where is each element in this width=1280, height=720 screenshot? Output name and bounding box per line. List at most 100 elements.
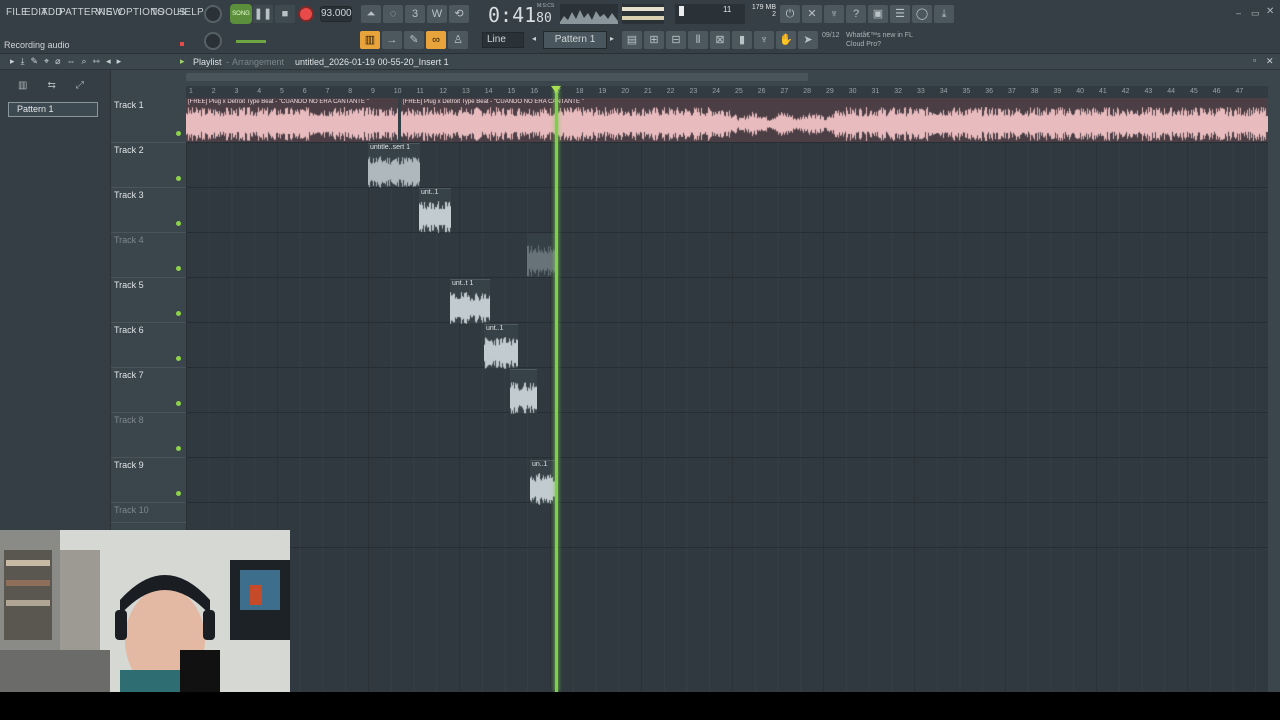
ruler-bar-number: 36 [985,88,994,95]
audio-clip[interactable]: unt..1 [419,188,451,233]
piano-roll-icon[interactable]: ⊞ [644,31,664,49]
audio-clip-main[interactable]: [FREE] Plug x Detroit Type Beat - "CUAND… [186,98,398,142]
link-icon[interactable]: ∞ [426,31,446,49]
menu-help[interactable]: HELP [177,7,204,18]
playhead[interactable] [555,86,558,692]
arrow-icon[interactable]: → [382,31,402,49]
playlist-window-icon[interactable]: ▤ [622,31,642,49]
track-header[interactable]: Track 1 [111,98,186,143]
playlist-close-icon[interactable]: ✕ [1266,56,1274,67]
track-header[interactable]: Track 9 [111,458,186,503]
window-minimize-button[interactable]: ‒ [1236,8,1246,18]
track-activity-led[interactable] [176,131,181,136]
mixer-window-icon[interactable]: ⫴ [688,31,708,49]
countdown-icon[interactable]: 3 [405,5,425,23]
pattern-item[interactable]: Pattern 1 [8,102,98,117]
audio-clip-muted[interactable] [527,233,555,277]
track-header[interactable]: Track 6 [111,323,186,368]
tuner-icon[interactable]: ♆ [824,5,844,23]
waveform [484,337,518,369]
track-lane [186,143,1268,188]
track-activity-led[interactable] [176,491,181,496]
ruler-bar-number: 33 [917,88,925,95]
save-icon[interactable]: ▣ [868,5,888,23]
project-icon[interactable]: ▮ [732,31,752,49]
track-activity-led[interactable] [176,356,181,361]
memory-value: 179 MB [751,4,776,11]
play-pause-button[interactable]: ❚❚ [253,5,273,23]
ruler-bar-number: 24 [712,88,721,95]
track-activity-led[interactable] [176,446,181,451]
power-icon[interactable]: ⏻ [780,5,800,23]
stamp-icon[interactable]: ♙ [448,31,468,49]
pattern-next-arrow[interactable]: ▸ [610,34,614,43]
ruler-bar-number: 47 [1235,88,1244,95]
plugin-icon[interactable]: ♆ [754,31,774,49]
ruler-bar-number: 2 [211,88,216,95]
audio-clip[interactable] [510,369,537,414]
timeline-ruler[interactable]: 1234567891011121314151617181920212223242… [186,86,1268,98]
memory-sub: 2 [772,11,776,18]
stop-button[interactable]: ■ [275,5,295,23]
track-header[interactable]: Track 8 [111,413,186,458]
browser-icon[interactable]: ⊠ [710,31,730,49]
ruler-bar-number: 12 [439,88,448,95]
download-icon[interactable]: ⤓ [934,5,954,23]
audio-clip-main[interactable]: [FREE] Plug x Detroit Type Beat - "CUAND… [401,98,1268,142]
playlist-max-icon[interactable]: ▫ [1253,55,1256,65]
tempo-display[interactable]: 93.000 [320,6,352,22]
touch-keyboard-icon[interactable]: ✋ [776,31,796,49]
track-header[interactable]: Track 2 [111,143,186,188]
audio-clip[interactable]: unt..t 1 [450,279,490,324]
playlist-view-icon[interactable]: ▥ [360,31,380,49]
master-pitch-slider[interactable] [236,40,266,43]
playhead-marker[interactable] [551,86,561,93]
ruler-bar-number: 40 [1076,88,1085,95]
master-volume-knob[interactable] [204,5,222,23]
wait-input-icon[interactable]: ◌ [383,5,403,23]
audio-clip[interactable]: un..1 [530,460,558,505]
track-activity-led[interactable] [176,176,181,181]
track-lane [186,368,1268,413]
pattern-selector[interactable]: Pattern 1 [543,31,607,49]
playlist-subtitle[interactable]: Arrangement [232,57,284,67]
song-mode-toggle[interactable]: SONG [230,4,252,24]
horizontal-scrollbar[interactable] [186,73,808,81]
playlist-arrow-icon: ▸ [180,56,185,66]
track-header[interactable]: Track 3 [111,188,186,233]
track-activity-led[interactable] [176,266,181,271]
chat-icon[interactable]: ◯ [912,5,932,23]
song-mode-label: SONG [232,11,250,17]
help-icon[interactable]: ? [846,5,866,23]
track-header[interactable]: Track 4 [111,233,186,278]
webcam-image [0,530,290,692]
waveform [401,107,1268,141]
plugin-picker-icon[interactable]: ✕ [802,5,822,23]
track-lane [186,323,1268,368]
snap-selector[interactable]: Line [482,32,524,48]
blend-notes-icon[interactable]: W [427,5,447,23]
track-activity-led[interactable] [176,221,181,226]
playlist-grid[interactable] [186,98,1268,692]
draw-icon[interactable]: ✎ [404,31,424,49]
window-restore-button[interactable]: ▭ [1251,8,1261,18]
track-lane [186,188,1268,233]
metronome-icon[interactable]: ⏶ [361,5,381,23]
window-close-button[interactable]: ✕ [1266,6,1276,17]
send-icon[interactable]: ➤ [798,31,818,49]
loop-record-icon[interactable]: ⟲ [449,5,469,23]
news-text[interactable]: Whatâ€™s new in FL Cloud Pro? [846,31,926,49]
track-header[interactable]: Track 7 [111,368,186,413]
channel-rack-icon[interactable]: ⊟ [666,31,686,49]
track-activity-led[interactable] [176,311,181,316]
audio-clip[interactable]: untitle..sert 1 [368,143,420,188]
record-button[interactable] [298,6,314,22]
ruler-bar-number: 31 [871,88,880,95]
mixer-icon[interactable]: ☰ [890,5,910,23]
pattern-prev-arrow[interactable]: ◂ [532,34,536,43]
pitch-knob[interactable] [204,32,222,50]
track-header[interactable]: Track 10 [111,503,186,523]
audio-clip[interactable]: unt..1 [484,324,518,369]
track-activity-led[interactable] [176,401,181,406]
track-header[interactable]: Track 5 [111,278,186,323]
